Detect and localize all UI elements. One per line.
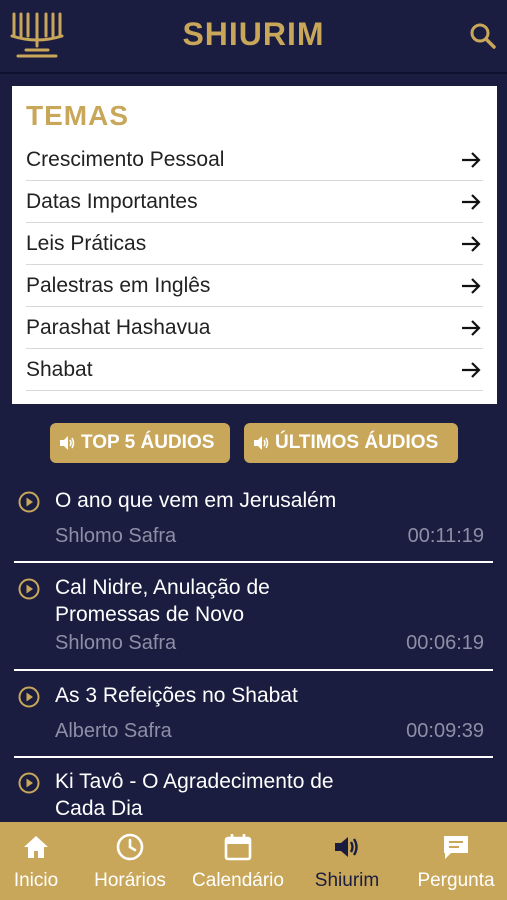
nav-label: Pergunta — [417, 870, 495, 891]
clock-icon — [116, 833, 144, 861]
tema-item[interactable]: Crescimento Pessoal — [26, 139, 483, 181]
play-icon[interactable] — [18, 491, 40, 513]
nav-label: Horários — [94, 870, 166, 891]
tema-label: Shabat — [26, 357, 93, 381]
nav-label: Inicio — [13, 870, 59, 891]
nav-label: Calendário — [192, 870, 284, 891]
search-icon[interactable] — [467, 20, 499, 52]
audio-title: Ki Tavô - O Agradecimento de Cada Dia — [55, 770, 334, 820]
nav-pergunta[interactable]: Pergunta — [408, 822, 504, 900]
tema-label: Parashat Hashavua — [26, 315, 211, 339]
audio-author: Shlomo Safra — [55, 525, 177, 547]
home-icon — [24, 836, 48, 858]
tema-label: Leis Práticas — [26, 231, 147, 255]
tema-item[interactable]: Datas Importantes — [26, 181, 483, 223]
play-icon[interactable] — [18, 772, 40, 794]
tema-item[interactable]: Shabat — [26, 349, 483, 391]
play-icon[interactable] — [18, 578, 40, 600]
nav-shiurim[interactable]: Shiurim — [304, 822, 390, 900]
audio-item[interactable]: As 3 Refeições no Shabat Alberto Safra 0… — [14, 680, 493, 758]
temas-card: TEMAS Crescimento Pessoal Datas Importan… — [12, 86, 497, 404]
audio-item[interactable]: Ki Tavô - O Agradecimento de Cada Dia — [14, 766, 493, 822]
play-icon[interactable] — [18, 686, 40, 708]
tema-item[interactable]: Palestras em Inglês — [26, 265, 483, 307]
audio-author: Shlomo Safra — [55, 632, 177, 654]
audio-duration: 00:06:19 — [406, 632, 484, 654]
app-header: SHIURIM — [0, 0, 507, 74]
arrow-right-icon — [462, 235, 481, 252]
arrow-right-icon — [462, 361, 481, 378]
nav-calendario[interactable]: Calendário — [186, 822, 290, 900]
tab-label: ÚLTIMOS ÁUDIOS — [275, 432, 439, 453]
nav-horarios[interactable]: Horários — [84, 822, 176, 900]
tab-top5-audios[interactable]: TOP 5 ÁUDIOS — [50, 423, 230, 463]
tema-label: Crescimento Pessoal — [26, 147, 225, 171]
audio-title: Cal Nidre, Anulação de Promessas de Novo — [55, 576, 270, 626]
arrow-right-icon — [462, 277, 481, 294]
audio-title: As 3 Refeições no Shabat — [55, 684, 298, 707]
temas-list: Crescimento Pessoal Datas Importantes Le… — [26, 139, 483, 391]
arrow-right-icon — [462, 151, 481, 168]
nav-inicio[interactable]: Inicio — [0, 822, 72, 900]
tab-ultimos-audios[interactable]: ÚLTIMOS ÁUDIOS — [244, 423, 458, 463]
calendar-icon — [224, 834, 252, 861]
tema-label: Palestras em Inglês — [26, 273, 211, 297]
page-title: SHIURIM — [182, 16, 325, 52]
chat-icon — [444, 836, 468, 859]
bottom-nav: Inicio Horários Calendário Shiurim Pergu… — [0, 822, 507, 900]
audio-author: Alberto Safra — [55, 720, 172, 742]
speaker-icon — [254, 436, 269, 450]
speaker-icon — [335, 837, 358, 857]
audio-duration: 00:11:19 — [407, 525, 484, 547]
tab-label: TOP 5 ÁUDIOS — [81, 432, 215, 453]
audio-tabs: TOP 5 ÁUDIOS ÚLTIMOS ÁUDIOS — [0, 423, 507, 463]
tema-item[interactable]: Leis Práticas — [26, 223, 483, 265]
tema-item[interactable]: Parashat Hashavua — [26, 307, 483, 349]
audio-title: O ano que vem em Jerusalém — [55, 489, 337, 512]
audio-item[interactable]: O ano que vem em Jerusalém Shlomo Safra … — [14, 485, 493, 563]
audio-duration: 00:09:39 — [406, 720, 484, 742]
audio-item[interactable]: Cal Nidre, Anulação de Promessas de Novo… — [14, 572, 493, 671]
arrow-right-icon — [462, 193, 481, 210]
nav-label: Shiurim — [314, 870, 380, 891]
tema-label: Datas Importantes — [26, 189, 198, 213]
temas-title: TEMAS — [26, 100, 129, 131]
arrow-right-icon — [462, 319, 481, 336]
speaker-icon — [60, 436, 75, 450]
